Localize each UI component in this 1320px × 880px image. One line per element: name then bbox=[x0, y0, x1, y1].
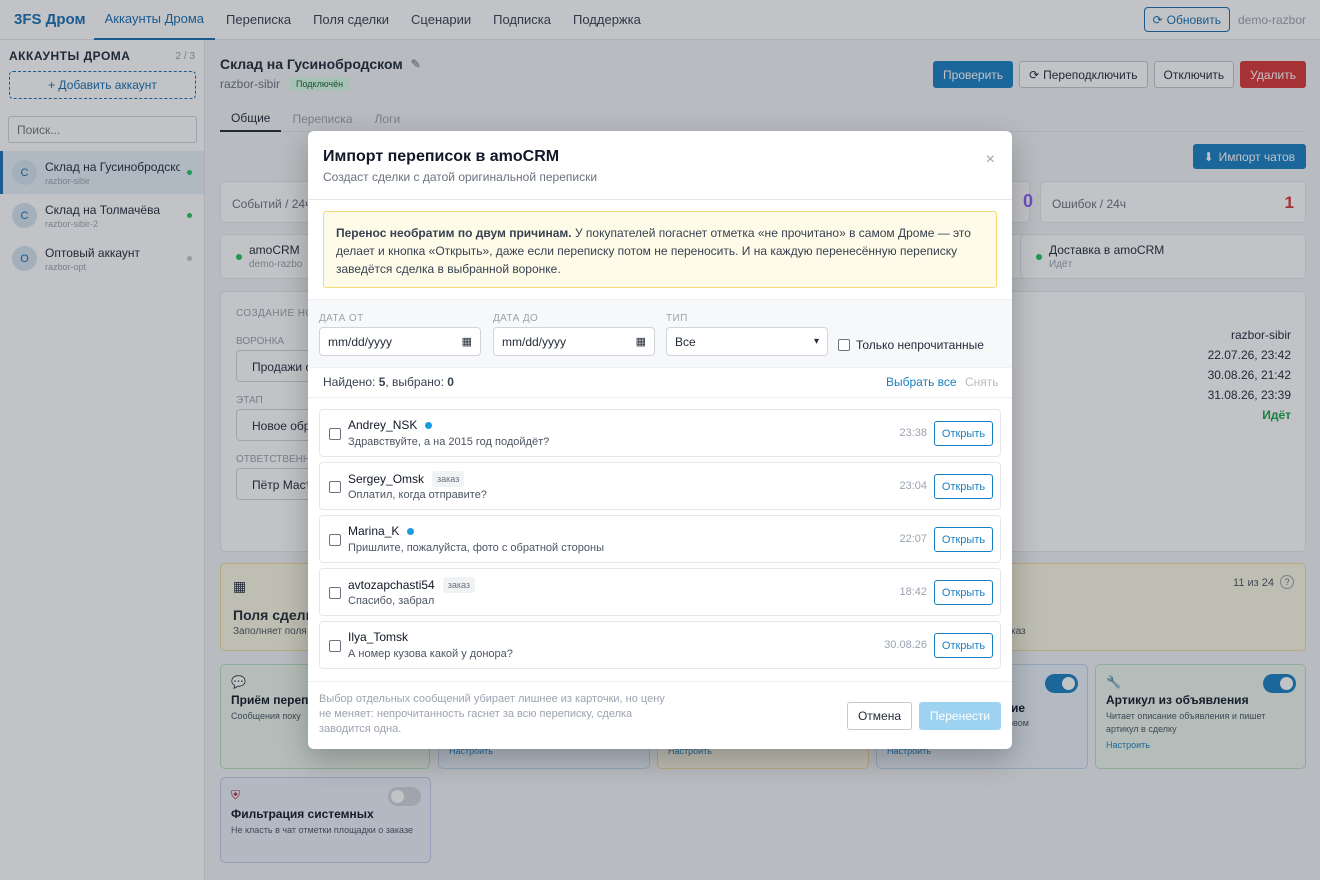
open-chat-button[interactable]: Открыть bbox=[934, 527, 993, 552]
selected-prefix: , выбрано: bbox=[385, 375, 448, 389]
date-from-value: mm/dd/yyyy bbox=[328, 334, 393, 349]
unread-only-checkbox[interactable]: Только непрочитанные bbox=[838, 338, 984, 352]
transfer-button[interactable]: Перенести bbox=[919, 702, 1001, 730]
chat-last-message: Здравствуйте, а на 2015 год подойдёт? bbox=[348, 436, 550, 448]
select-all-link[interactable]: Выбрать все bbox=[886, 375, 957, 389]
irreversible-warning: Перенос необратим по двум причинам. У по… bbox=[323, 211, 997, 288]
chat-checkbox[interactable] bbox=[329, 640, 341, 652]
chat-checkbox[interactable] bbox=[329, 481, 341, 493]
order-tag: заказ bbox=[442, 577, 476, 593]
date-to-value: mm/dd/yyyy bbox=[502, 334, 567, 349]
chat-last-message: А номер кузова какой у донора? bbox=[348, 648, 513, 660]
chat-time: 23:04 bbox=[899, 480, 927, 492]
chat-buyer-name: Andrey_NSK bbox=[348, 418, 418, 432]
filters-bar: ДАТА ОТ mm/dd/yyyy ▦ ДАТА ДО mm/dd/yyyy … bbox=[308, 299, 1012, 368]
date-from-input[interactable]: mm/dd/yyyy ▦ bbox=[319, 327, 481, 356]
cancel-button[interactable]: Отмена bbox=[847, 702, 912, 730]
chat-last-message: Оплатил, когда отправите? bbox=[348, 489, 487, 501]
open-chat-button[interactable]: Открыть bbox=[934, 421, 993, 446]
chat-row[interactable]: Marina_K Пришлите, пожалуйста, фото с об… bbox=[319, 515, 1001, 563]
type-value: Все bbox=[675, 334, 696, 349]
unread-only-label: Только непрочитанные bbox=[856, 338, 984, 352]
calendar-icon: ▦ bbox=[635, 336, 646, 348]
footer-note: Выбор отдельных сообщений убирает лишнее… bbox=[319, 693, 665, 735]
chat-checkbox[interactable] bbox=[329, 534, 341, 546]
found-summary: Найдено: 5, выбрано: 0 bbox=[323, 375, 454, 389]
chat-time: 23:38 bbox=[899, 427, 927, 439]
import-chats-modal: Импорт переписок в amoCRM Создаст сделки… bbox=[308, 131, 1012, 749]
chat-time: 22:07 bbox=[899, 533, 927, 545]
chat-row[interactable]: Sergey_Omsk заказ Оплатил, когда отправит… bbox=[319, 462, 1001, 510]
modal-title: Импорт переписок в amoCRM bbox=[323, 148, 560, 165]
date-to-label: ДАТА ДО bbox=[493, 313, 539, 324]
unread-dot bbox=[425, 421, 433, 429]
divider bbox=[308, 681, 1012, 682]
chat-buyer-name: avtozapchasti54 bbox=[348, 578, 435, 592]
chat-buyer-name: Sergey_Omsk bbox=[348, 472, 425, 486]
divider bbox=[308, 199, 1012, 200]
calendar-icon: ▦ bbox=[461, 336, 472, 348]
open-chat-button[interactable]: Открыть bbox=[934, 474, 993, 499]
chat-row[interactable]: avtozapchasti54 заказ Спасибо, забрал 18:… bbox=[319, 568, 1001, 616]
selected-count: 0 bbox=[447, 375, 454, 389]
warning-title: Перенос необратим по двум причинам. bbox=[336, 226, 572, 240]
chat-time: 30.08.26 bbox=[884, 639, 927, 651]
chat-buyer-name: Marina_K bbox=[348, 524, 400, 538]
chat-checkbox[interactable] bbox=[329, 587, 341, 599]
open-chat-button[interactable]: Открыть bbox=[934, 633, 993, 658]
date-from-label: ДАТА ОТ bbox=[319, 313, 364, 324]
type-label: ТИП bbox=[666, 313, 688, 324]
close-icon[interactable]: × bbox=[986, 151, 995, 169]
chat-checkbox[interactable] bbox=[329, 428, 341, 440]
found-prefix: Найдено: bbox=[323, 375, 379, 389]
order-tag: заказ bbox=[432, 471, 465, 487]
chat-last-message: Пришлите, пожалуйста, фото с обратной ст… bbox=[348, 542, 604, 554]
chat-buyer-name: Ilya_Tomsk bbox=[348, 630, 409, 644]
chat-last-message: Спасибо, забрал bbox=[348, 595, 435, 607]
divider bbox=[308, 397, 1012, 398]
open-chat-button[interactable]: Открыть bbox=[934, 580, 993, 605]
type-select[interactable]: Все ▾ bbox=[666, 327, 828, 356]
checkbox[interactable] bbox=[838, 339, 850, 351]
chat-row[interactable]: Ilya_Tomsk А номер кузова какой у донора… bbox=[319, 621, 1001, 669]
chat-time: 18:42 bbox=[899, 586, 927, 598]
modal-subtitle: Создаст сделки с датой оригинальной пере… bbox=[323, 170, 598, 184]
date-to-input[interactable]: mm/dd/yyyy ▦ bbox=[493, 327, 655, 356]
chat-row[interactable]: Andrey_NSK Здравствуйте, а на 2015 год п… bbox=[319, 409, 1001, 457]
deselect-link[interactable]: Снять bbox=[965, 375, 999, 389]
chevron-down-icon: ▾ bbox=[813, 336, 819, 347]
unread-dot bbox=[407, 527, 415, 535]
